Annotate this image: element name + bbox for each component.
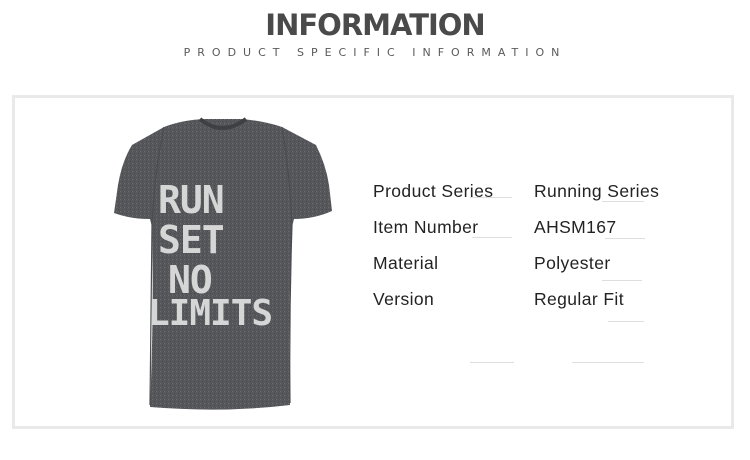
divider	[470, 197, 512, 198]
spec-label: Item Number	[373, 217, 479, 237]
print-line-4: LIMITS	[148, 293, 272, 334]
spec-row-version: Version Regular Fit	[373, 289, 693, 313]
divider	[602, 280, 642, 281]
print-line-1: RUN	[158, 178, 224, 222]
divider	[472, 237, 512, 238]
divider	[470, 362, 514, 363]
product-image: RUN SET NO LIMITS	[114, 117, 332, 410]
spec-label: Material	[373, 253, 439, 273]
section-title: INFORMATION	[265, 8, 485, 42]
spec-value: AHSM167	[534, 217, 617, 237]
spec-value: Regular Fit	[534, 289, 624, 309]
divider	[605, 238, 645, 239]
spec-row-item-number: Item Number AHSM167	[373, 217, 693, 241]
print-line-2: SET	[158, 218, 224, 262]
spec-row-product-series: Product Series Running Series	[373, 181, 693, 205]
spec-label: Product Series	[373, 181, 494, 201]
divider	[602, 201, 644, 202]
spec-value: Polyester	[534, 253, 611, 273]
divider	[608, 321, 644, 322]
section-subtitle: PRODUCT SPECIFIC INFORMATION	[183, 46, 567, 59]
spec-label: Version	[373, 289, 435, 309]
divider	[572, 362, 644, 363]
spec-value: Running Series	[534, 181, 660, 201]
spec-row-material: Material Polyester	[373, 253, 693, 277]
tshirt-body	[114, 119, 332, 410]
